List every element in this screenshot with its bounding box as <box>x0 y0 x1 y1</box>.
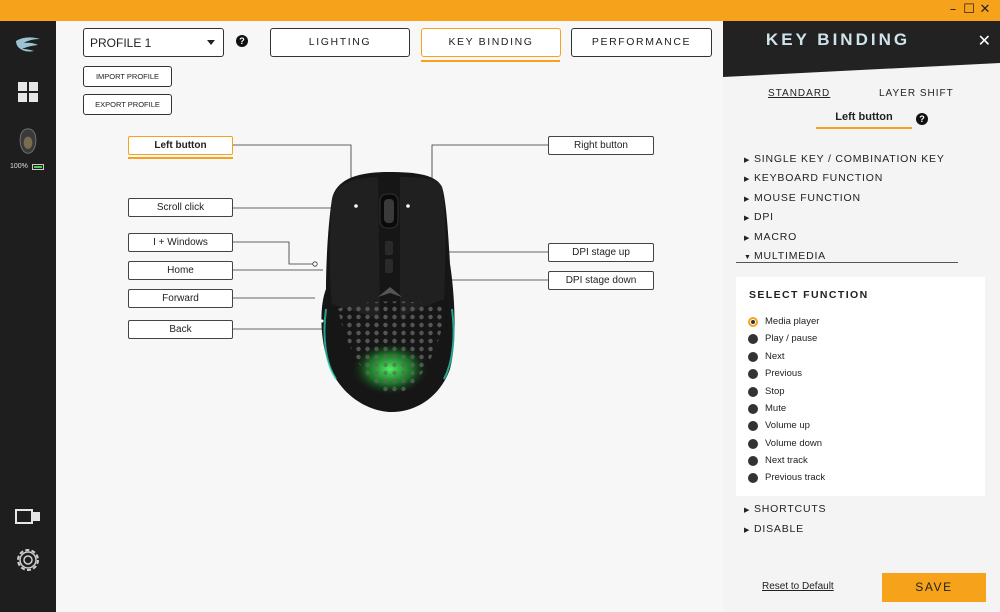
category-mouse-function[interactable]: ▶ MOUSE FUNCTION <box>744 192 861 204</box>
function-label: Previous track <box>765 472 826 483</box>
select-function-title: SELECT FUNCTION <box>749 289 869 301</box>
device-switch-icon[interactable] <box>14 502 42 530</box>
help-icon[interactable]: ? <box>916 113 928 125</box>
function-label: Media player <box>765 316 820 327</box>
title-bar: – ☐ ✕ <box>0 0 1000 21</box>
grid-icon[interactable] <box>14 78 42 106</box>
function-label: Volume up <box>765 420 810 431</box>
forward-label[interactable]: Forward <box>128 289 233 308</box>
radio-icon <box>748 473 758 483</box>
function-label: Stop <box>765 386 785 397</box>
close-icon[interactable]: ✕ <box>978 2 992 18</box>
tab-layer-shift[interactable]: LAYER SHIFT <box>879 88 954 99</box>
select-function-box: SELECT FUNCTION Media player Play / paus… <box>736 277 985 496</box>
selected-button-indicator <box>816 127 912 129</box>
function-label: Next track <box>765 455 808 466</box>
left-button-indicator <box>128 157 233 159</box>
category-disable[interactable]: ▶ DISABLE <box>744 523 804 535</box>
key-binding-panel: KEY BINDING ✕ STANDARD LAYER SHIFT Left … <box>723 21 1000 612</box>
function-label: Mute <box>765 403 787 414</box>
caret-right-icon: ▶ <box>744 527 751 534</box>
glorious-logo-icon[interactable] <box>14 30 42 58</box>
back-label[interactable]: Back <box>128 320 233 339</box>
category-keyboard-function[interactable]: ▶ KEYBOARD FUNCTION <box>744 172 883 184</box>
function-label: Previous <box>765 368 802 379</box>
maximize-icon[interactable]: ☐ <box>962 2 976 18</box>
category-label: MULTIMEDIA <box>754 250 826 262</box>
caret-right-icon: ▶ <box>744 507 751 514</box>
category-shortcuts[interactable]: ▶ SHORTCUTS <box>744 503 826 515</box>
windows-key-label[interactable]: I + Windows <box>128 233 233 252</box>
category-label: MACRO <box>754 231 798 243</box>
radio-icon <box>748 334 758 344</box>
dpi-down-label[interactable]: DPI stage down <box>548 271 654 290</box>
tab-standard[interactable]: STANDARD <box>768 88 830 99</box>
save-button[interactable]: SAVE <box>882 573 986 602</box>
home-label[interactable]: Home <box>128 261 233 280</box>
battery-icon <box>32 164 44 170</box>
caret-right-icon: ▶ <box>744 235 751 242</box>
caret-right-icon: ▶ <box>744 215 751 222</box>
category-single-key[interactable]: ▶ SINGLE KEY / COMBINATION KEY <box>744 153 945 165</box>
category-dpi[interactable]: ▶ DPI <box>744 211 774 223</box>
category-label: SHORTCUTS <box>754 503 827 515</box>
minimize-icon[interactable]: – <box>946 2 960 18</box>
selected-button-name: Left button <box>835 111 893 123</box>
radio-icon <box>748 439 758 449</box>
close-icon[interactable]: ✕ <box>978 31 991 50</box>
reset-to-default-link[interactable]: Reset to Default <box>762 581 834 592</box>
panel-title: KEY BINDING <box>765 30 911 49</box>
caret-right-icon: ▶ <box>744 176 751 183</box>
multimedia-divider <box>736 262 958 263</box>
scroll-click-label[interactable]: Scroll click <box>128 198 233 217</box>
radio-icon <box>748 456 758 466</box>
mouse-illustration <box>320 172 455 412</box>
category-label: MOUSE FUNCTION <box>754 192 861 204</box>
radio-icon <box>748 421 758 431</box>
radio-icon <box>748 404 758 414</box>
category-label: DISABLE <box>754 523 804 535</box>
left-button-label[interactable]: Left button <box>128 136 233 155</box>
caret-right-icon: ▶ <box>744 157 751 164</box>
radio-icon <box>748 352 758 362</box>
function-label: Play / pause <box>765 333 818 344</box>
mouse-icon[interactable] <box>14 127 42 155</box>
category-label: SINGLE KEY / COMBINATION KEY <box>754 153 945 165</box>
main-area: PROFILE 1 ? IMPORT PROFILE EXPORT PROFIL… <box>56 21 723 612</box>
function-label: Next <box>765 351 785 362</box>
gear-icon[interactable] <box>14 546 42 574</box>
category-multimedia[interactable]: ▼ MULTIMEDIA <box>744 250 826 262</box>
category-label: KEYBOARD FUNCTION <box>754 172 884 184</box>
category-macro[interactable]: ▶ MACRO <box>744 231 797 243</box>
dpi-up-label[interactable]: DPI stage up <box>548 243 654 262</box>
radio-icon <box>748 369 758 379</box>
battery-percent: 100% <box>10 163 28 170</box>
radio-icon <box>748 387 758 397</box>
right-button-label[interactable]: Right button <box>548 136 654 155</box>
caret-down-icon: ▼ <box>744 254 752 261</box>
category-label: DPI <box>754 211 774 223</box>
caret-right-icon: ▶ <box>744 196 751 203</box>
sidebar: 100% <box>0 21 56 612</box>
radio-selected-icon <box>748 317 758 327</box>
function-label: Volume down <box>765 438 823 449</box>
